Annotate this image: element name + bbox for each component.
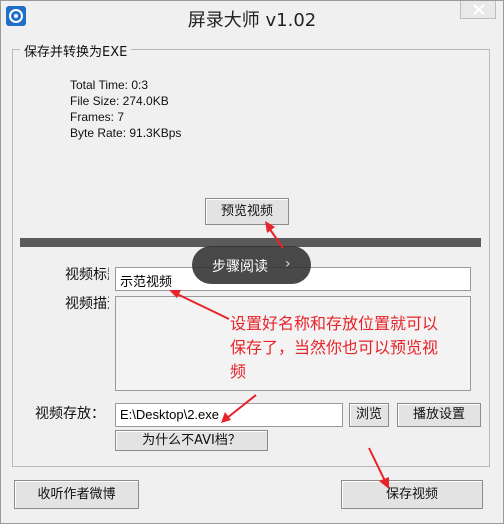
follow-weibo-button[interactable]: 收听作者微博 — [14, 480, 139, 509]
video-title-label: 视频标题 — [65, 267, 109, 282]
close-button[interactable] — [460, 1, 496, 19]
why-not-avi-button[interactable]: 为什么不AVI档？ — [115, 430, 268, 451]
frames-text: Frames: 7 — [70, 110, 125, 124]
step-reading-pill[interactable]: 步骤阅读 › — [192, 246, 311, 284]
save-video-button[interactable]: 保存视频 — [341, 480, 483, 509]
group-label: 保存并转换为EXE — [20, 41, 132, 60]
video-desc-label: 视频描述 — [65, 296, 109, 311]
file-size-text: File Size: 274.0KB — [70, 94, 169, 108]
total-time-text: Total Time: 0:3 — [70, 78, 149, 92]
title-bar: 屏录大师 v1.02 — [1, 1, 503, 31]
byte-rate-text: Byte Rate: 91.3KBps — [70, 126, 182, 140]
browse-button[interactable]: 浏览 — [349, 403, 389, 427]
video-location-label: 视频存放： — [35, 406, 105, 422]
preview-video-button[interactable]: 预览视频 — [205, 198, 289, 225]
step-reading-label: 步骤阅读 — [212, 259, 268, 275]
app-window: 屏录大师 v1.02 保存并转换为EXE Total Time: 0:3 Fil… — [0, 0, 504, 524]
window-title: 屏录大师 v1.02 — [187, 10, 317, 31]
close-icon — [473, 4, 485, 15]
chevron-right-icon: › — [285, 256, 291, 272]
annotation-text: 设置好名称和存放位置就可以保存了，当然你也可以预览视频 — [230, 314, 439, 381]
playback-settings-button[interactable]: 播放设置 — [397, 403, 481, 427]
video-location-input[interactable]: E:\Desktop\2.exe — [115, 403, 343, 427]
